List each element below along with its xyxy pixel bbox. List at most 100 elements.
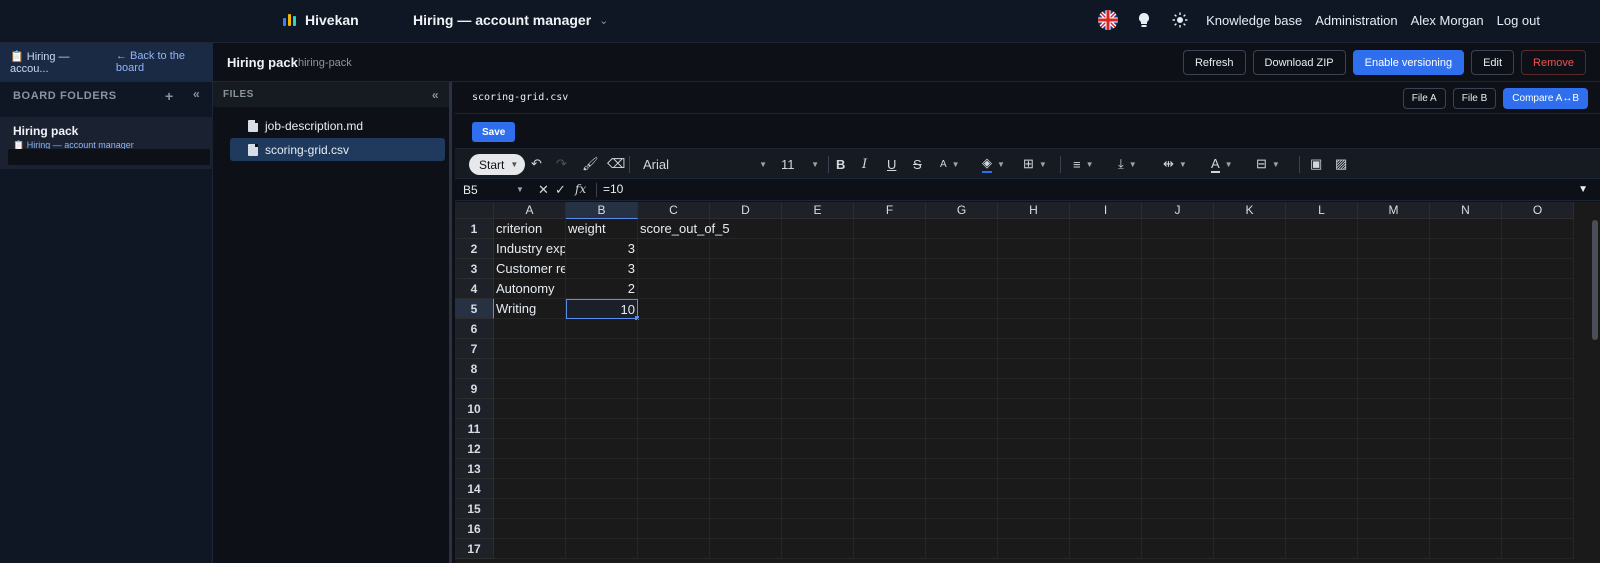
chevron-down-icon[interactable]: ▼ <box>516 185 524 194</box>
cell-k12[interactable] <box>1214 439 1286 459</box>
cell-i13[interactable] <box>1070 459 1142 479</box>
row-header-6[interactable]: 6 <box>455 319 494 339</box>
cell-j8[interactable] <box>1142 359 1214 379</box>
cell-k16[interactable] <box>1214 519 1286 539</box>
cell-i11[interactable] <box>1070 419 1142 439</box>
cell-k1[interactable] <box>1214 219 1286 239</box>
cell-n17[interactable] <box>1430 539 1502 559</box>
cell-i14[interactable] <box>1070 479 1142 499</box>
cell-e11[interactable] <box>782 419 854 439</box>
row-header-4[interactable]: 4 <box>455 279 494 299</box>
cell-f15[interactable] <box>854 499 926 519</box>
file-b-button[interactable]: File B <box>1452 88 1497 109</box>
cell-c2[interactable] <box>638 239 710 259</box>
back-to-board-link[interactable]: ← Back to the board <box>116 50 213 74</box>
undo-icon[interactable]: ↶ <box>531 154 542 174</box>
edit-button[interactable]: Edit <box>1471 50 1515 75</box>
font-family-select[interactable]: Arial ▼ <box>643 154 767 174</box>
align-icon[interactable]: ≡ ▼ <box>1073 154 1094 174</box>
cell-a5[interactable]: Writing <box>494 299 566 319</box>
cell-h6[interactable] <box>998 319 1070 339</box>
cell-a7[interactable] <box>494 339 566 359</box>
cell-k7[interactable] <box>1214 339 1286 359</box>
underline-icon[interactable]: U <box>887 154 896 174</box>
cell-i8[interactable] <box>1070 359 1142 379</box>
cell-h16[interactable] <box>998 519 1070 539</box>
cell-b11[interactable] <box>566 419 638 439</box>
font-size-select[interactable]: 11 ▼ <box>781 154 819 174</box>
cell-f14[interactable] <box>854 479 926 499</box>
row-header-3[interactable]: 3 <box>455 259 494 279</box>
cell-h17[interactable] <box>998 539 1070 559</box>
row-header-15[interactable]: 15 <box>455 499 494 519</box>
cell-m15[interactable] <box>1358 499 1430 519</box>
cell-b5[interactable]: 10 <box>566 299 638 319</box>
nav-user-name[interactable]: Alex Morgan <box>1411 13 1484 28</box>
cell-h4[interactable] <box>998 279 1070 299</box>
cell-e10[interactable] <box>782 399 854 419</box>
cell-m10[interactable] <box>1358 399 1430 419</box>
cell-l2[interactable] <box>1286 239 1358 259</box>
cell-b14[interactable] <box>566 479 638 499</box>
cell-c6[interactable] <box>638 319 710 339</box>
cell-l11[interactable] <box>1286 419 1358 439</box>
row-header-10[interactable]: 10 <box>455 399 494 419</box>
cell-b10[interactable] <box>566 399 638 419</box>
cell-f1[interactable] <box>854 219 926 239</box>
cell-b3[interactable]: 3 <box>566 259 638 279</box>
cell-i1[interactable] <box>1070 219 1142 239</box>
cell-b6[interactable] <box>566 319 638 339</box>
cell-m14[interactable] <box>1358 479 1430 499</box>
cell-d15[interactable] <box>710 499 782 519</box>
text-color-icon[interactable]: A ▼ <box>1211 154 1233 174</box>
cell-o8[interactable] <box>1502 359 1574 379</box>
cell-m3[interactable] <box>1358 259 1430 279</box>
cell-l5[interactable] <box>1286 299 1358 319</box>
board-breadcrumb-label[interactable]: 📋 Hiring — accou... <box>10 50 108 75</box>
cell-g13[interactable] <box>926 459 998 479</box>
formula-input[interactable]: =10 <box>603 182 623 196</box>
cell-a15[interactable] <box>494 499 566 519</box>
cell-g7[interactable] <box>926 339 998 359</box>
cell-l8[interactable] <box>1286 359 1358 379</box>
cell-b12[interactable] <box>566 439 638 459</box>
cell-f8[interactable] <box>854 359 926 379</box>
lightbulb-icon[interactable] <box>1134 10 1154 30</box>
cell-k14[interactable] <box>1214 479 1286 499</box>
cell-h13[interactable] <box>998 459 1070 479</box>
row-header-2[interactable]: 2 <box>455 239 494 259</box>
cell-h2[interactable] <box>998 239 1070 259</box>
cell-b17[interactable] <box>566 539 638 559</box>
row-header-5[interactable]: 5 <box>455 299 494 319</box>
cell-g5[interactable] <box>926 299 998 319</box>
cell-a16[interactable] <box>494 519 566 539</box>
cell-m16[interactable] <box>1358 519 1430 539</box>
cell-c13[interactable] <box>638 459 710 479</box>
cell-i15[interactable] <box>1070 499 1142 519</box>
cell-g10[interactable] <box>926 399 998 419</box>
vertical-scrollbar[interactable] <box>1592 220 1598 340</box>
cell-d6[interactable] <box>710 319 782 339</box>
merge-icon[interactable]: ⊟ ▼ <box>1256 154 1280 174</box>
cell-e17[interactable] <box>782 539 854 559</box>
cell-n16[interactable] <box>1430 519 1502 539</box>
insert-image-icon[interactable]: ▨ <box>1335 154 1347 174</box>
cell-l15[interactable] <box>1286 499 1358 519</box>
cell-e4[interactable] <box>782 279 854 299</box>
cell-i6[interactable] <box>1070 319 1142 339</box>
cell-o5[interactable] <box>1502 299 1574 319</box>
cell-b4[interactable]: 2 <box>566 279 638 299</box>
cell-e12[interactable] <box>782 439 854 459</box>
cell-m1[interactable] <box>1358 219 1430 239</box>
cell-a1[interactable]: criterion <box>494 219 566 239</box>
cell-i16[interactable] <box>1070 519 1142 539</box>
cell-b9[interactable] <box>566 379 638 399</box>
cell-h11[interactable] <box>998 419 1070 439</box>
fill-color-icon[interactable]: ◈ ▼ <box>982 154 1005 174</box>
cell-o13[interactable] <box>1502 459 1574 479</box>
row-header-9[interactable]: 9 <box>455 379 494 399</box>
row-header-17[interactable]: 17 <box>455 539 494 559</box>
cell-e8[interactable] <box>782 359 854 379</box>
cell-d13[interactable] <box>710 459 782 479</box>
sheet-grid[interactable]: A B C D E F G H I J K L M N O 1 criterion weight score_out… <box>455 202 1600 563</box>
